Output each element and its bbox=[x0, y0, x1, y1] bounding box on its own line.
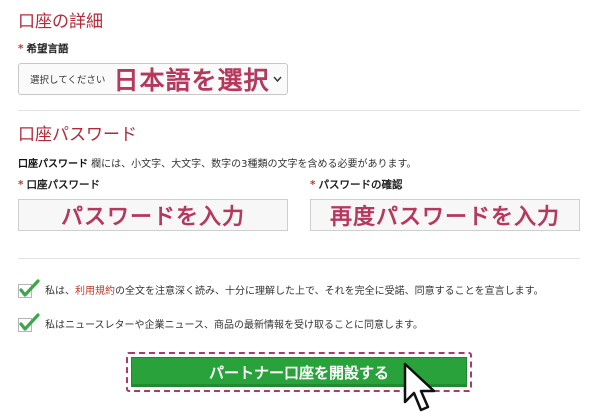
password-input-overlay-text: パスワードを入力 bbox=[60, 205, 245, 230]
language-select-overlay-text: 日本語を選択 bbox=[113, 66, 270, 95]
confirm-password-label-text: パスワードの確認 bbox=[318, 179, 403, 191]
terms-agreement-row: 私は、利用規約の全文を注意深く読み、十分に理解した上で、それを完全に受諾、同意す… bbox=[18, 279, 544, 299]
terms-prefix: 私は、 bbox=[45, 285, 75, 297]
section-divider bbox=[18, 258, 580, 259]
language-select-placeholder: 選択してください bbox=[30, 75, 106, 86]
password-description-bold: 口座パスワード bbox=[18, 159, 88, 170]
language-select[interactable]: 選択してください 日本語を選択 bbox=[18, 63, 288, 95]
terms-link[interactable]: 利用規約 bbox=[75, 286, 115, 297]
password-label-text: 口座パスワード bbox=[26, 179, 101, 191]
newsletter-agreement-row: 私はニュースレターや企業ニュース、商品の最新情報を受け取ることに同意します。 bbox=[18, 313, 423, 333]
required-mark: * bbox=[18, 43, 24, 55]
section-divider bbox=[18, 110, 580, 111]
required-mark: * bbox=[18, 179, 24, 191]
terms-checkbox[interactable] bbox=[18, 279, 40, 299]
confirm-password-label: * パスワードの確認 bbox=[310, 178, 403, 192]
password-description: 口座パスワード 欄には、小文字、大文字、数字の3種類の文字を含める必要があります… bbox=[18, 155, 417, 170]
terms-suffix: の全文を注意深く読み、十分に理解した上で、それを完全に受諾、同意することを宣言し… bbox=[115, 285, 544, 297]
open-partner-account-button-label: パートナー口座を開設する bbox=[208, 363, 389, 382]
confirm-password-input-overlay-text: 再度パスワードを入力 bbox=[329, 205, 560, 230]
required-mark: * bbox=[310, 179, 316, 191]
account-details-title: 口座の詳細 bbox=[18, 12, 103, 32]
language-label-text: 希望言語 bbox=[26, 43, 69, 55]
check-icon bbox=[18, 313, 40, 332]
confirm-password-input[interactable]: 再度パスワードを入力 bbox=[310, 199, 580, 231]
language-label: * 希望言語 bbox=[18, 42, 69, 56]
newsletter-agreement-text: 私はニュースレターや企業ニュース、商品の最新情報を受け取ることに同意します。 bbox=[45, 319, 423, 331]
terms-agreement-text: 私は、利用規約の全文を注意深く読み、十分に理解した上で、それを完全に受諾、同意す… bbox=[45, 282, 544, 297]
password-input[interactable]: パスワードを入力 bbox=[18, 199, 288, 231]
check-icon bbox=[18, 279, 40, 298]
newsletter-checkbox[interactable] bbox=[18, 313, 40, 333]
password-description-rest: 欄には、小文字、大文字、数字の3種類の文字を含める必要があります。 bbox=[88, 159, 417, 170]
chevron-down-icon bbox=[273, 74, 282, 85]
password-section-title: 口座パスワード bbox=[18, 125, 137, 145]
password-label: * 口座パスワード bbox=[18, 178, 100, 192]
mouse-pointer-icon bbox=[403, 362, 436, 412]
